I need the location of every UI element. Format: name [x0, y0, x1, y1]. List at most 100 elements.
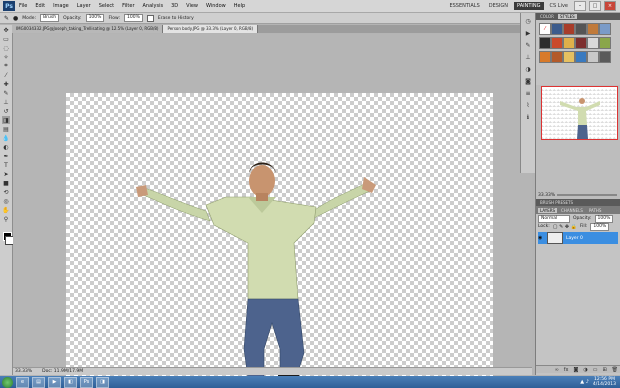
- photoshop-task-icon[interactable]: Ps: [80, 376, 93, 388]
- quick-select-tool-icon[interactable]: ✧: [2, 53, 10, 61]
- brush-size-icon[interactable]: ●: [13, 15, 18, 22]
- navigator-zoom[interactable]: 33.33%: [538, 193, 555, 198]
- clone-stamp-tool-icon[interactable]: ⊥: [2, 98, 10, 106]
- lock-icons[interactable]: ▢ ✎ ✥ 🔒: [553, 224, 577, 230]
- crop-tool-icon[interactable]: ⌗: [2, 62, 10, 70]
- path-select-tool-icon[interactable]: ➤: [2, 170, 10, 178]
- healing-tool-icon[interactable]: ✚: [2, 80, 10, 88]
- adjustments-icon[interactable]: ◑: [524, 65, 532, 73]
- workspace-design[interactable]: DESIGN: [486, 2, 511, 10]
- blend-mode-select[interactable]: Normal: [538, 214, 570, 223]
- opacity-field[interactable]: 100%: [85, 14, 105, 22]
- app-icon[interactable]: ◧: [64, 376, 77, 388]
- folder-icon[interactable]: ▭: [593, 367, 598, 373]
- menu-help[interactable]: Help: [230, 3, 249, 9]
- canvas-area[interactable]: [13, 34, 532, 379]
- menu-filter[interactable]: Filter: [118, 3, 138, 9]
- style-swatch[interactable]: [599, 37, 611, 49]
- style-swatch[interactable]: [551, 51, 563, 63]
- erase-history-checkbox[interactable]: [146, 14, 154, 22]
- new-layer-icon[interactable]: ⊞: [602, 367, 606, 373]
- maximize-icon[interactable]: □: [589, 1, 601, 11]
- gradient-tool-icon[interactable]: ▤: [2, 125, 10, 133]
- adjustment-icon[interactable]: ◑: [583, 367, 587, 373]
- menu-select[interactable]: Select: [95, 3, 118, 9]
- style-swatch[interactable]: [551, 37, 563, 49]
- tab-paths[interactable]: PATHS: [587, 208, 604, 213]
- hand-tool-icon[interactable]: ✋: [2, 206, 10, 214]
- tab-channels[interactable]: CHANNELS: [559, 208, 585, 213]
- style-swatch[interactable]: [539, 51, 551, 63]
- close-icon[interactable]: ×: [604, 1, 616, 11]
- tab-color[interactable]: COLOR: [538, 14, 556, 19]
- link-icon[interactable]: ∞: [555, 367, 559, 373]
- media-icon[interactable]: ▶: [48, 376, 61, 388]
- style-swatch[interactable]: [587, 23, 599, 35]
- app-icon[interactable]: ◨: [96, 376, 109, 388]
- style-swatch[interactable]: [563, 37, 575, 49]
- eyedropper-tool-icon[interactable]: ⁄: [2, 71, 10, 79]
- pen-tool-icon[interactable]: ✒: [2, 152, 10, 160]
- style-swatch[interactable]: [563, 23, 575, 35]
- mode-select[interactable]: Brush: [40, 14, 60, 22]
- tab-styles[interactable]: STYLES: [557, 14, 577, 19]
- style-swatch[interactable]: [587, 51, 599, 63]
- mask-icon[interactable]: ◙: [573, 367, 578, 373]
- menu-image[interactable]: Image: [49, 3, 73, 9]
- document-tab[interactable]: IMG0034332.JPG@Joseph_taking_Trellisatin…: [12, 25, 164, 33]
- masks-icon[interactable]: ◙: [524, 77, 532, 85]
- menu-analysis[interactable]: Analysis: [139, 3, 168, 9]
- workspace-essentials[interactable]: ESSENTIALS: [446, 2, 482, 10]
- start-button[interactable]: [2, 376, 13, 388]
- history-brush-tool-icon[interactable]: ↺: [2, 107, 10, 115]
- ie-icon[interactable]: e: [16, 376, 29, 388]
- style-none[interactable]: ⁄: [539, 23, 551, 35]
- style-swatch[interactable]: [599, 51, 611, 63]
- fill-field[interactable]: 100%: [590, 222, 610, 231]
- clone-source-icon[interactable]: ⊥: [524, 53, 532, 61]
- document-canvas[interactable]: [66, 93, 493, 379]
- style-swatch[interactable]: [587, 37, 599, 49]
- dodge-tool-icon[interactable]: ◐: [2, 143, 10, 151]
- brush-tool-icon[interactable]: ✎: [2, 89, 10, 97]
- eye-icon[interactable]: ◉: [538, 235, 544, 241]
- style-swatch[interactable]: [575, 23, 587, 35]
- menu-edit[interactable]: Edit: [31, 3, 49, 9]
- brush-icon[interactable]: ✎: [524, 41, 532, 49]
- clock[interactable]: 12:56 PM 4/14/2013: [593, 377, 616, 387]
- flow-field[interactable]: 100%: [123, 14, 143, 22]
- style-swatch[interactable]: [599, 23, 611, 35]
- tab-brush-presets[interactable]: BRUSH PRESETS: [538, 200, 575, 205]
- blur-tool-icon[interactable]: 💧: [2, 134, 10, 142]
- style-swatch[interactable]: [551, 23, 563, 35]
- style-swatch[interactable]: [563, 51, 575, 63]
- eraser-tool-icon[interactable]: ◨: [2, 116, 10, 124]
- eraser-tool-icon[interactable]: ✎: [4, 15, 9, 22]
- trash-icon[interactable]: 🗑: [612, 367, 618, 373]
- minimize-icon[interactable]: –: [574, 1, 586, 11]
- navigator-thumbnail[interactable]: [541, 86, 618, 140]
- style-swatch[interactable]: [575, 51, 587, 63]
- zoom-level[interactable]: 33.33%: [15, 369, 32, 374]
- explorer-icon[interactable]: ▤: [32, 376, 45, 388]
- move-tool-icon[interactable]: ✥: [2, 26, 10, 34]
- fx-icon[interactable]: fx: [564, 367, 569, 373]
- menu-layer[interactable]: Layer: [73, 3, 95, 9]
- tray-icons[interactable]: ▲ ♪: [580, 379, 589, 385]
- menu-view[interactable]: View: [182, 3, 202, 9]
- channels-icon[interactable]: ≡: [524, 89, 532, 97]
- actions-icon[interactable]: ▶: [524, 29, 532, 37]
- 3d-rotate-tool-icon[interactable]: ⟲: [2, 188, 10, 196]
- document-tab-active[interactable]: Person body.JPG @ 33.3% (Layer 0, RGB/8): [163, 25, 259, 33]
- history-icon[interactable]: ◷: [524, 17, 532, 25]
- menu-file[interactable]: File: [15, 3, 31, 9]
- type-tool-icon[interactable]: T: [2, 161, 10, 169]
- zoom-tool-icon[interactable]: ⚲: [2, 215, 10, 223]
- shape-tool-icon[interactable]: ■: [2, 179, 10, 187]
- tab-layers[interactable]: LAYERS: [538, 207, 558, 213]
- layer-opacity-field[interactable]: 100%: [594, 214, 614, 223]
- cs-live-button[interactable]: CS Live: [547, 2, 571, 10]
- marquee-tool-icon[interactable]: ▭: [2, 35, 10, 43]
- menu-window[interactable]: Window: [202, 3, 230, 9]
- zoom-slider[interactable]: [557, 194, 617, 196]
